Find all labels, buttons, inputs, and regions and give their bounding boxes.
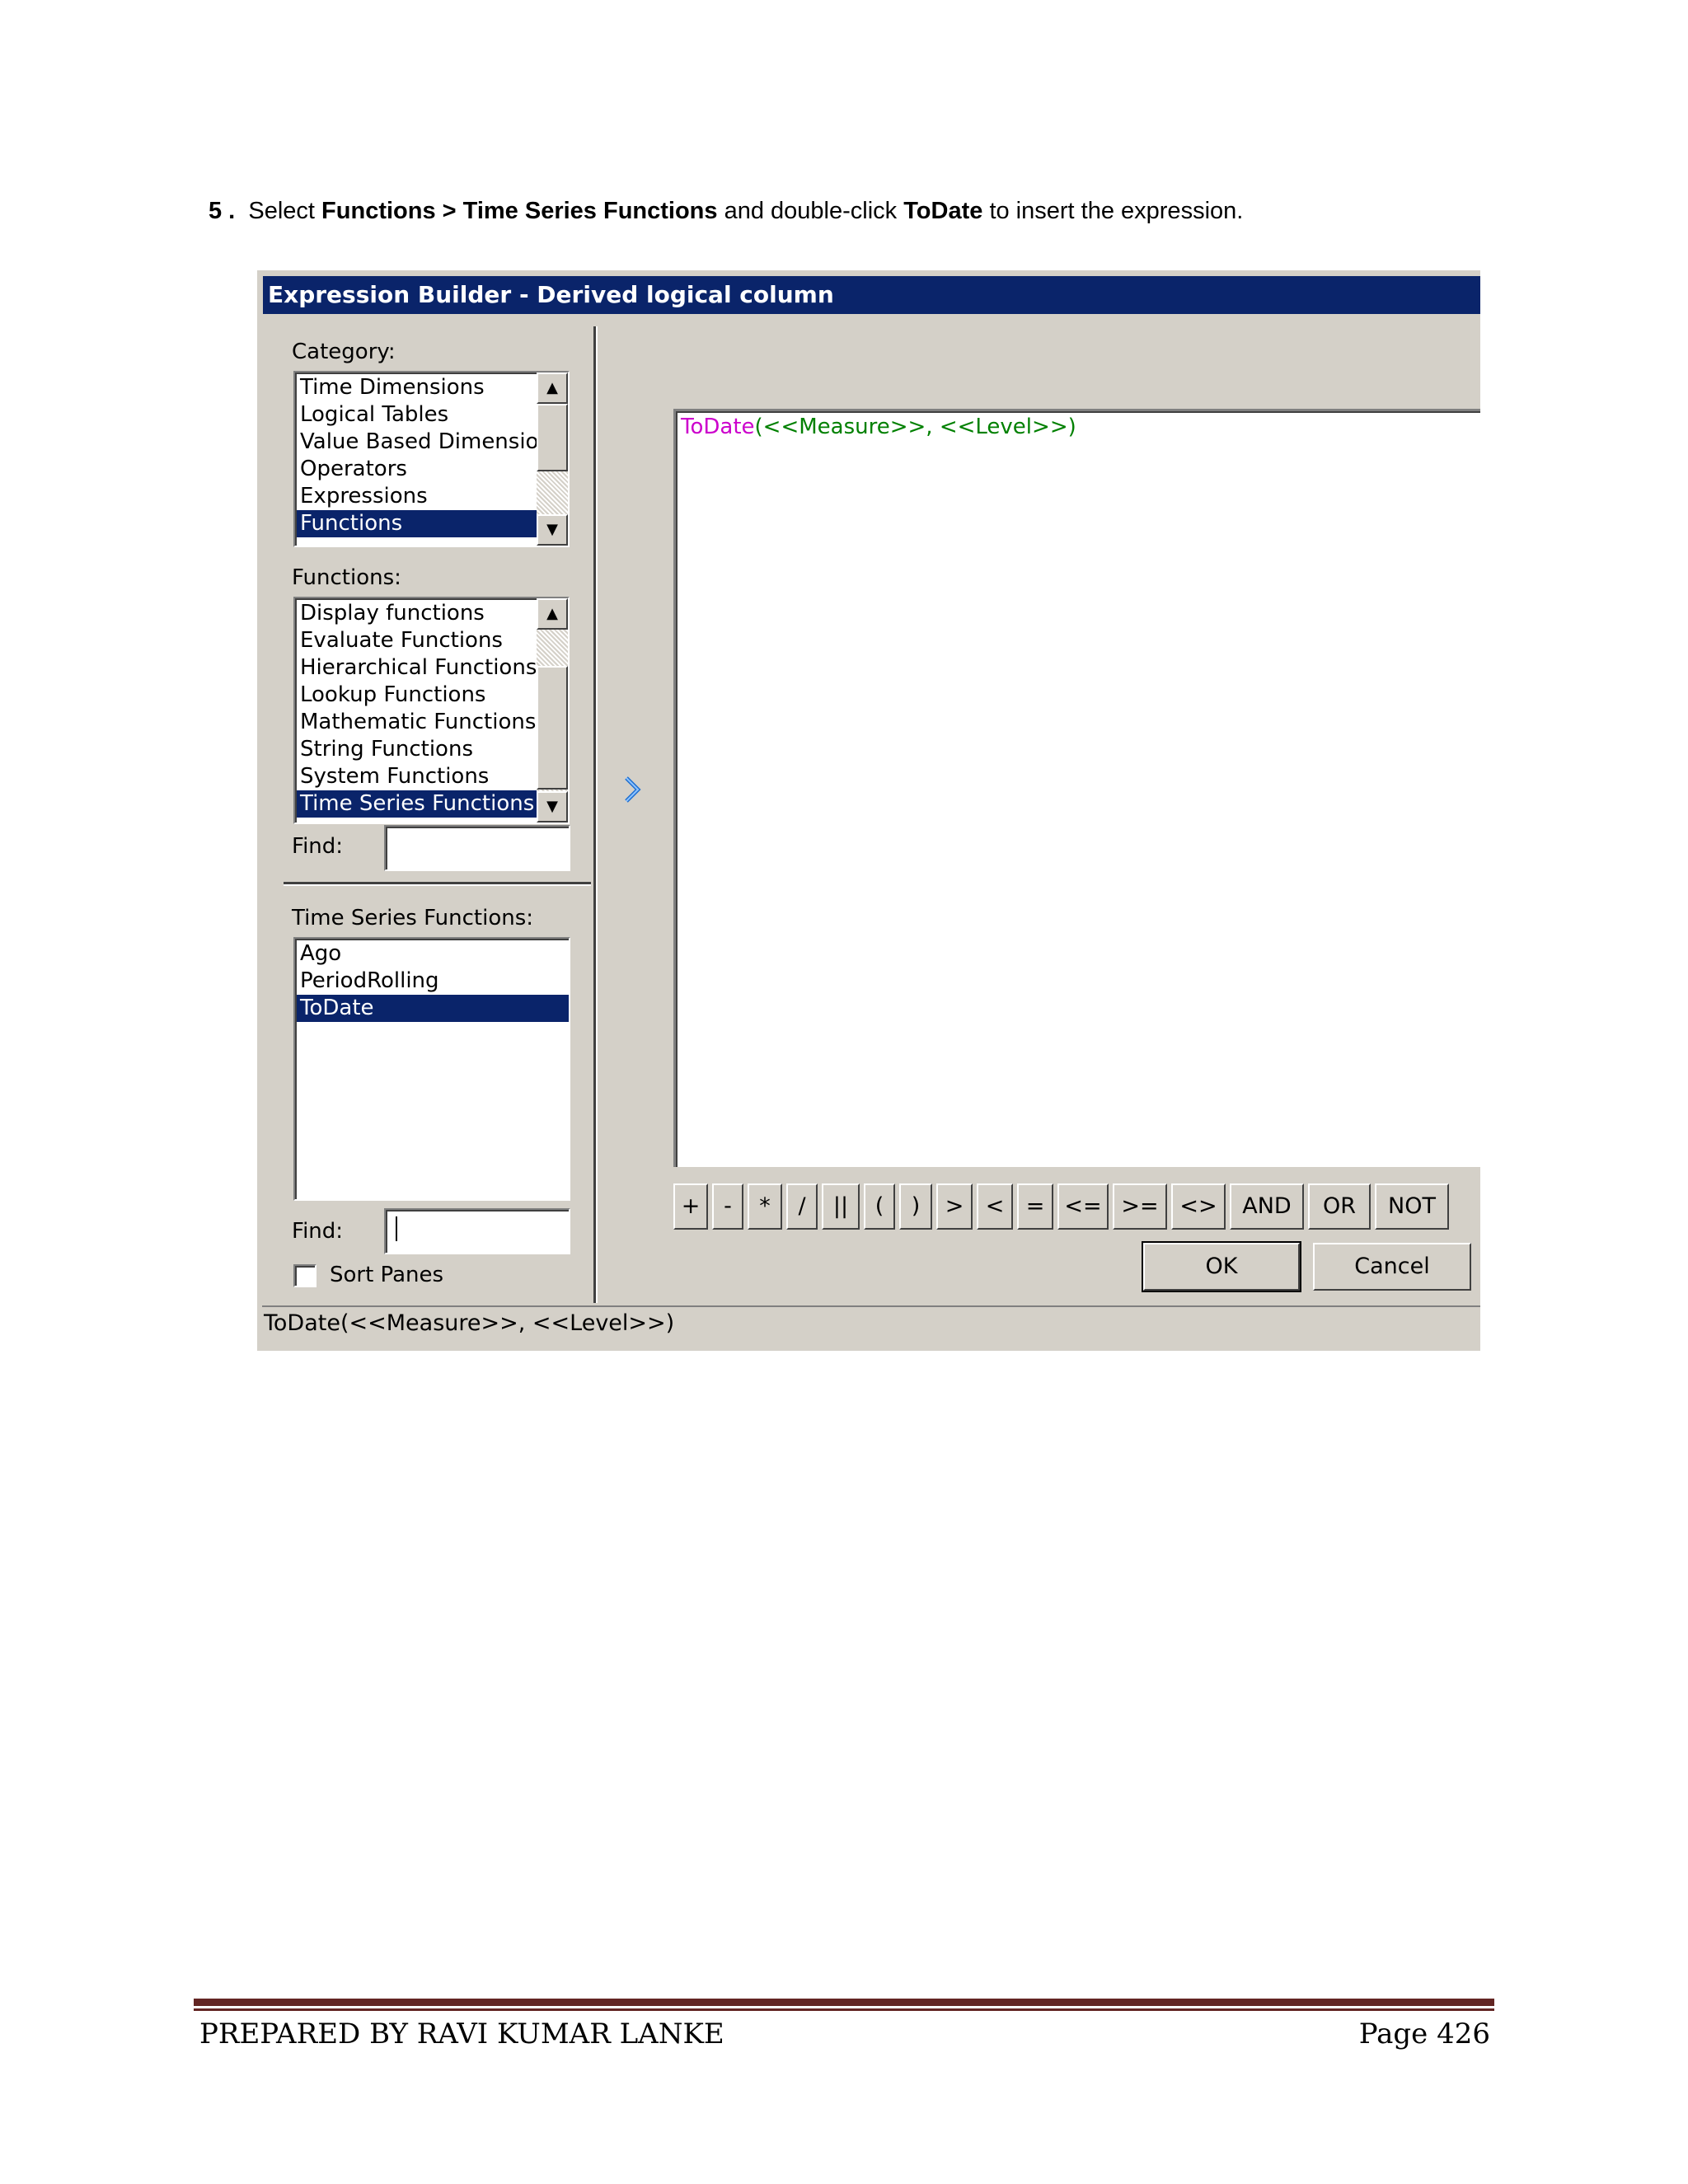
scroll-up-icon[interactable]: ▲ <box>537 373 568 404</box>
category-item[interactable]: Operators <box>300 456 568 483</box>
step-text-rest: to insert the expression. <box>989 198 1244 224</box>
ts-find-input[interactable] <box>384 1208 570 1254</box>
operator-button[interactable]: = <box>1017 1183 1053 1230</box>
operator-button[interactable]: OR <box>1308 1183 1371 1230</box>
scroll-down-icon[interactable]: ▼ <box>537 791 568 823</box>
functions-find-input[interactable] <box>384 825 570 871</box>
operator-button[interactable]: - <box>712 1183 743 1230</box>
step-menu-path: Functions > Time Series Functions <box>321 198 718 224</box>
functions-label: Functions: <box>292 565 401 590</box>
vertical-splitter[interactable] <box>593 326 598 1303</box>
function-item[interactable]: Hierarchical Functions <box>300 654 568 682</box>
category-listbox[interactable]: Time Dimensions Logical Tables Value Based… <box>293 371 570 547</box>
operator-button[interactable]: >= <box>1113 1183 1167 1230</box>
category-item[interactable]: Time Dimensions <box>300 374 568 401</box>
scroll-thumb[interactable] <box>537 404 568 471</box>
functions-items: Display functions Evaluate Functions Hiera… <box>297 600 568 818</box>
text-caret <box>396 1216 397 1241</box>
operator-button[interactable]: ( <box>864 1183 895 1230</box>
function-item[interactable]: Evaluate Functions <box>300 627 568 654</box>
ts-functions-items: Ago PeriodRolling ToDate <box>297 940 569 1022</box>
function-item[interactable]: String Functions <box>300 736 568 763</box>
find-label-2: Find: <box>292 1219 344 1244</box>
instruction-step: 5 . Select Functions > Time Series Funct… <box>209 198 1243 225</box>
ok-button[interactable]: OK <box>1142 1241 1301 1292</box>
functions-listbox[interactable]: Display functions Evaluate Functions Hiera… <box>293 597 570 824</box>
cancel-button[interactable]: Cancel <box>1313 1243 1471 1291</box>
step-text-select: Select <box>248 198 315 224</box>
operator-button[interactable]: < <box>977 1183 1013 1230</box>
sort-panes-label[interactable]: Sort Panes <box>330 1263 443 1287</box>
category-item[interactable]: Logical Tables <box>300 401 568 429</box>
category-scrollbar[interactable]: ▲ ▼ <box>537 373 568 546</box>
footer-page-number: Page 426 <box>1358 2018 1490 2050</box>
ts-function-item[interactable]: Ago <box>300 940 569 968</box>
footer-rule-thick <box>194 1999 1494 2006</box>
step-text-double-click: and double-click <box>724 198 898 224</box>
pane-divider[interactable] <box>284 882 591 886</box>
footer-author: PREPARED BY RAVI KUMAR LANKE <box>199 2018 724 2050</box>
sort-panes-checkbox[interactable] <box>293 1264 316 1287</box>
expression-function-name: ToDate <box>681 415 755 439</box>
ts-function-item[interactable]: PeriodRolling <box>300 968 569 995</box>
scroll-thumb[interactable] <box>537 666 568 790</box>
step-target-function: ToDate <box>903 198 983 224</box>
operator-button[interactable]: NOT <box>1375 1183 1449 1230</box>
functions-scrollbar[interactable]: ▲ ▼ <box>537 598 568 823</box>
operator-button[interactable]: / <box>786 1183 818 1230</box>
category-item[interactable]: Expressions <box>300 483 568 510</box>
operator-button[interactable]: <= <box>1057 1183 1109 1230</box>
function-item[interactable]: Lookup Functions <box>300 682 568 709</box>
insert-arrow-icon[interactable] <box>621 773 645 806</box>
function-item[interactable]: Display functions <box>300 600 568 627</box>
category-label: Category: <box>292 340 396 364</box>
ts-functions-label: Time Series Functions: <box>292 906 534 930</box>
operator-button[interactable]: * <box>748 1183 782 1230</box>
status-bar: ToDate(<<Measure>>, <<Level>>) <box>262 1305 1480 1342</box>
expression-arguments: (<<Measure>>, <<Level>>) <box>754 415 1076 439</box>
footer-rule-thin <box>194 2008 1494 2011</box>
step-number: 5 . <box>209 198 236 224</box>
expression-editor[interactable]: ToDate(<<Measure>>, <<Level>>) <box>673 409 1480 1167</box>
scroll-down-icon[interactable]: ▼ <box>537 514 568 546</box>
category-items: Time Dimensions Logical Tables Value Based… <box>297 374 568 537</box>
category-item[interactable]: Functions <box>297 510 568 537</box>
function-item[interactable]: Mathematic Functions <box>300 709 568 736</box>
ts-functions-listbox[interactable]: Ago PeriodRolling ToDate <box>293 937 570 1201</box>
operator-button[interactable]: AND <box>1230 1183 1304 1230</box>
ts-function-item[interactable]: ToDate <box>297 995 569 1022</box>
category-item[interactable]: Value Based Dimensions <box>300 429 568 456</box>
operator-button[interactable]: + <box>673 1183 708 1230</box>
operator-button[interactable]: > <box>936 1183 973 1230</box>
dialog-title-bar[interactable]: Expression Builder - Derived logical col… <box>263 276 1480 314</box>
expression-builder-dialog: Expression Builder - Derived logical col… <box>255 268 1480 1351</box>
operator-button[interactable]: || <box>822 1183 860 1230</box>
function-item[interactable]: System Functions <box>300 763 568 790</box>
find-label: Find: <box>292 834 344 859</box>
operator-button[interactable]: <> <box>1171 1183 1226 1230</box>
expression-text: ToDate(<<Measure>>, <<Level>>) <box>681 415 1076 439</box>
operator-button[interactable]: ) <box>899 1183 932 1230</box>
scroll-up-icon[interactable]: ▲ <box>537 598 568 630</box>
function-item[interactable]: Time Series Functions <box>297 790 568 818</box>
